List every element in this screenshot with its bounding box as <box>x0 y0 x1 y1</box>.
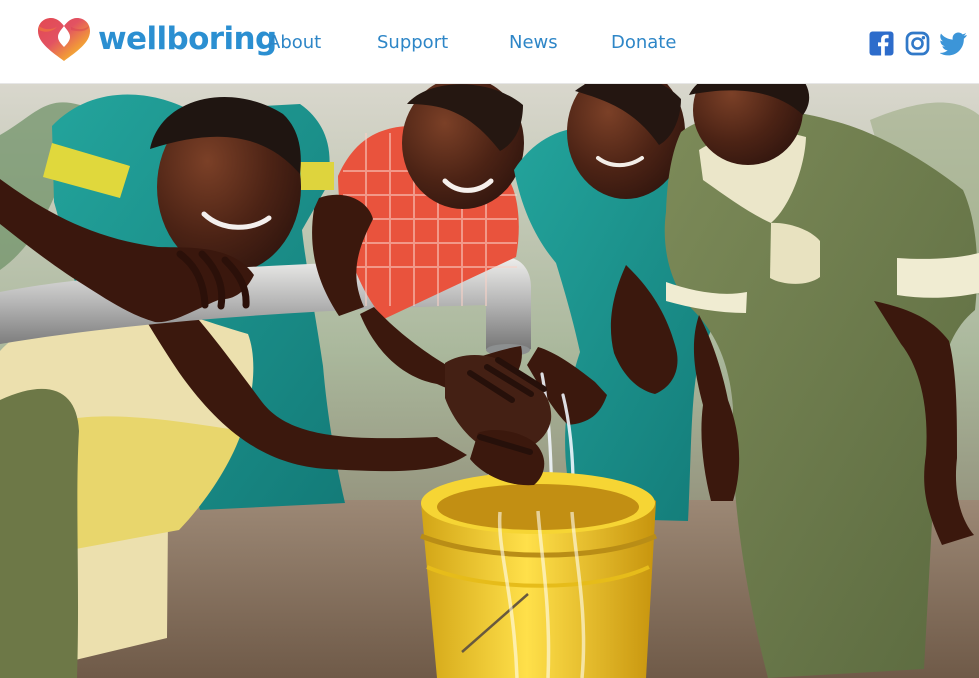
hero-photo <box>0 84 979 678</box>
site-header: wellboring About Support News Donate <box>0 0 979 84</box>
nav-donate-link[interactable]: Donate <box>611 30 676 56</box>
nav-support-link[interactable]: Support <box>377 30 448 56</box>
children-washing-hands-photo <box>0 84 979 678</box>
brand-name: wellboring <box>98 20 277 57</box>
heart-water-drop-icon <box>34 16 94 64</box>
nav-news-link[interactable]: News <box>509 30 558 56</box>
twitter-icon[interactable] <box>940 30 967 57</box>
nav-about-link[interactable]: About <box>268 30 321 56</box>
instagram-icon[interactable] <box>904 30 931 57</box>
page: wellboring About Support News Donate <box>0 0 979 678</box>
facebook-icon[interactable] <box>868 30 895 57</box>
brand-logo-link[interactable]: wellboring <box>34 16 277 64</box>
social-links <box>868 29 967 57</box>
